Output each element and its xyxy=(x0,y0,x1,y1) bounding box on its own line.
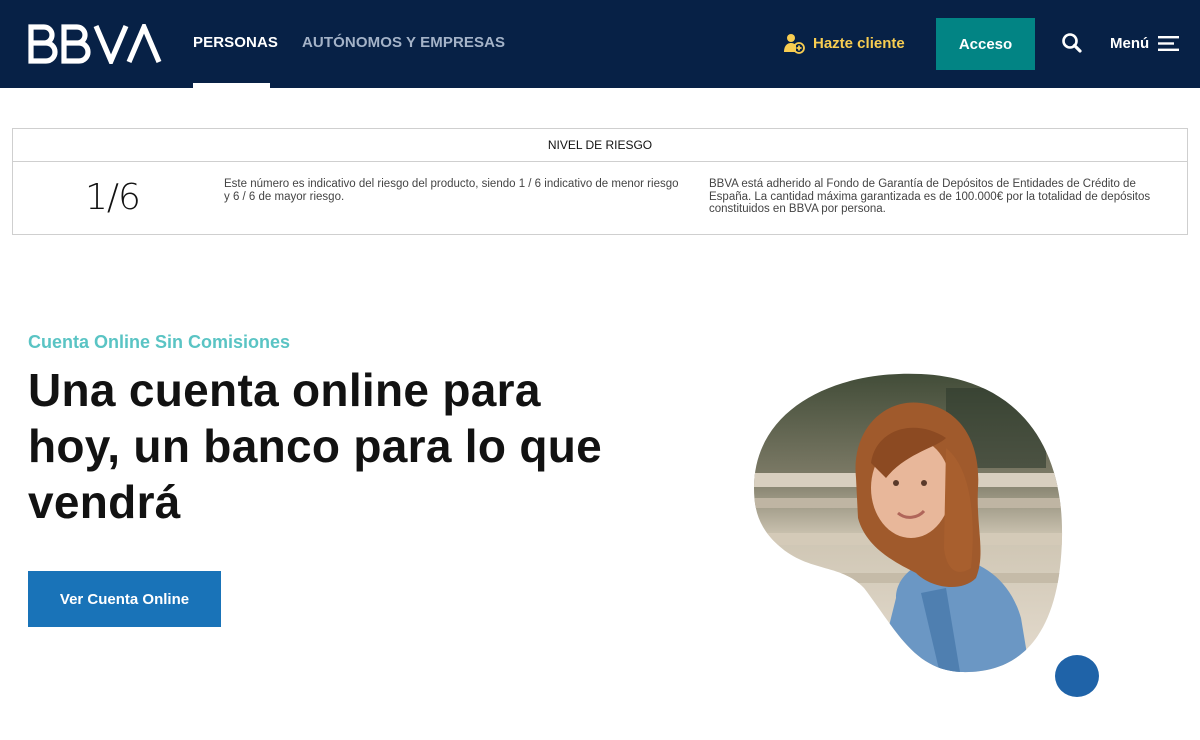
hamburger-icon xyxy=(1158,35,1180,51)
acceso-button[interactable]: Acceso xyxy=(936,18,1035,70)
search-icon[interactable] xyxy=(1061,32,1083,54)
deposit-guarantee-text: BBVA está adherido al Fondo de Garantía … xyxy=(709,178,1151,215)
decorative-dot xyxy=(1055,655,1099,697)
hazte-cliente-link[interactable]: Hazte cliente xyxy=(783,32,905,54)
risk-description: Este número es indicativo del riesgo del… xyxy=(224,178,679,203)
risk-level-title: NIVEL DE RIESGO xyxy=(13,129,1187,162)
hero-headline: Una cuenta online para hoy, un banco par… xyxy=(28,364,603,528)
risk-level-value: 1/6 xyxy=(85,177,141,218)
site-header: PERSONAS AUTÓNOMOS Y EMPRESAS Hazte clie… xyxy=(0,0,1200,88)
risk-level-box: NIVEL DE RIESGO 1/6 Este número es indic… xyxy=(12,128,1188,235)
hero-eyebrow: Cuenta Online Sin Comisiones xyxy=(28,332,291,352)
active-nav-indicator xyxy=(193,83,270,88)
add-user-icon xyxy=(784,34,805,54)
hazte-cliente-label: Hazte cliente xyxy=(813,34,905,52)
nav-personas[interactable]: PERSONAS xyxy=(193,34,278,51)
bbva-logo[interactable] xyxy=(28,24,162,64)
hero-woman-photo xyxy=(754,373,1063,673)
nav-autonomos-empresas[interactable]: AUTÓNOMOS Y EMPRESAS xyxy=(302,34,505,51)
menu-label: Menú xyxy=(1110,34,1150,52)
menu-button[interactable]: Menú xyxy=(1110,33,1180,53)
ver-cuenta-online-button[interactable]: Ver Cuenta Online xyxy=(28,571,221,627)
